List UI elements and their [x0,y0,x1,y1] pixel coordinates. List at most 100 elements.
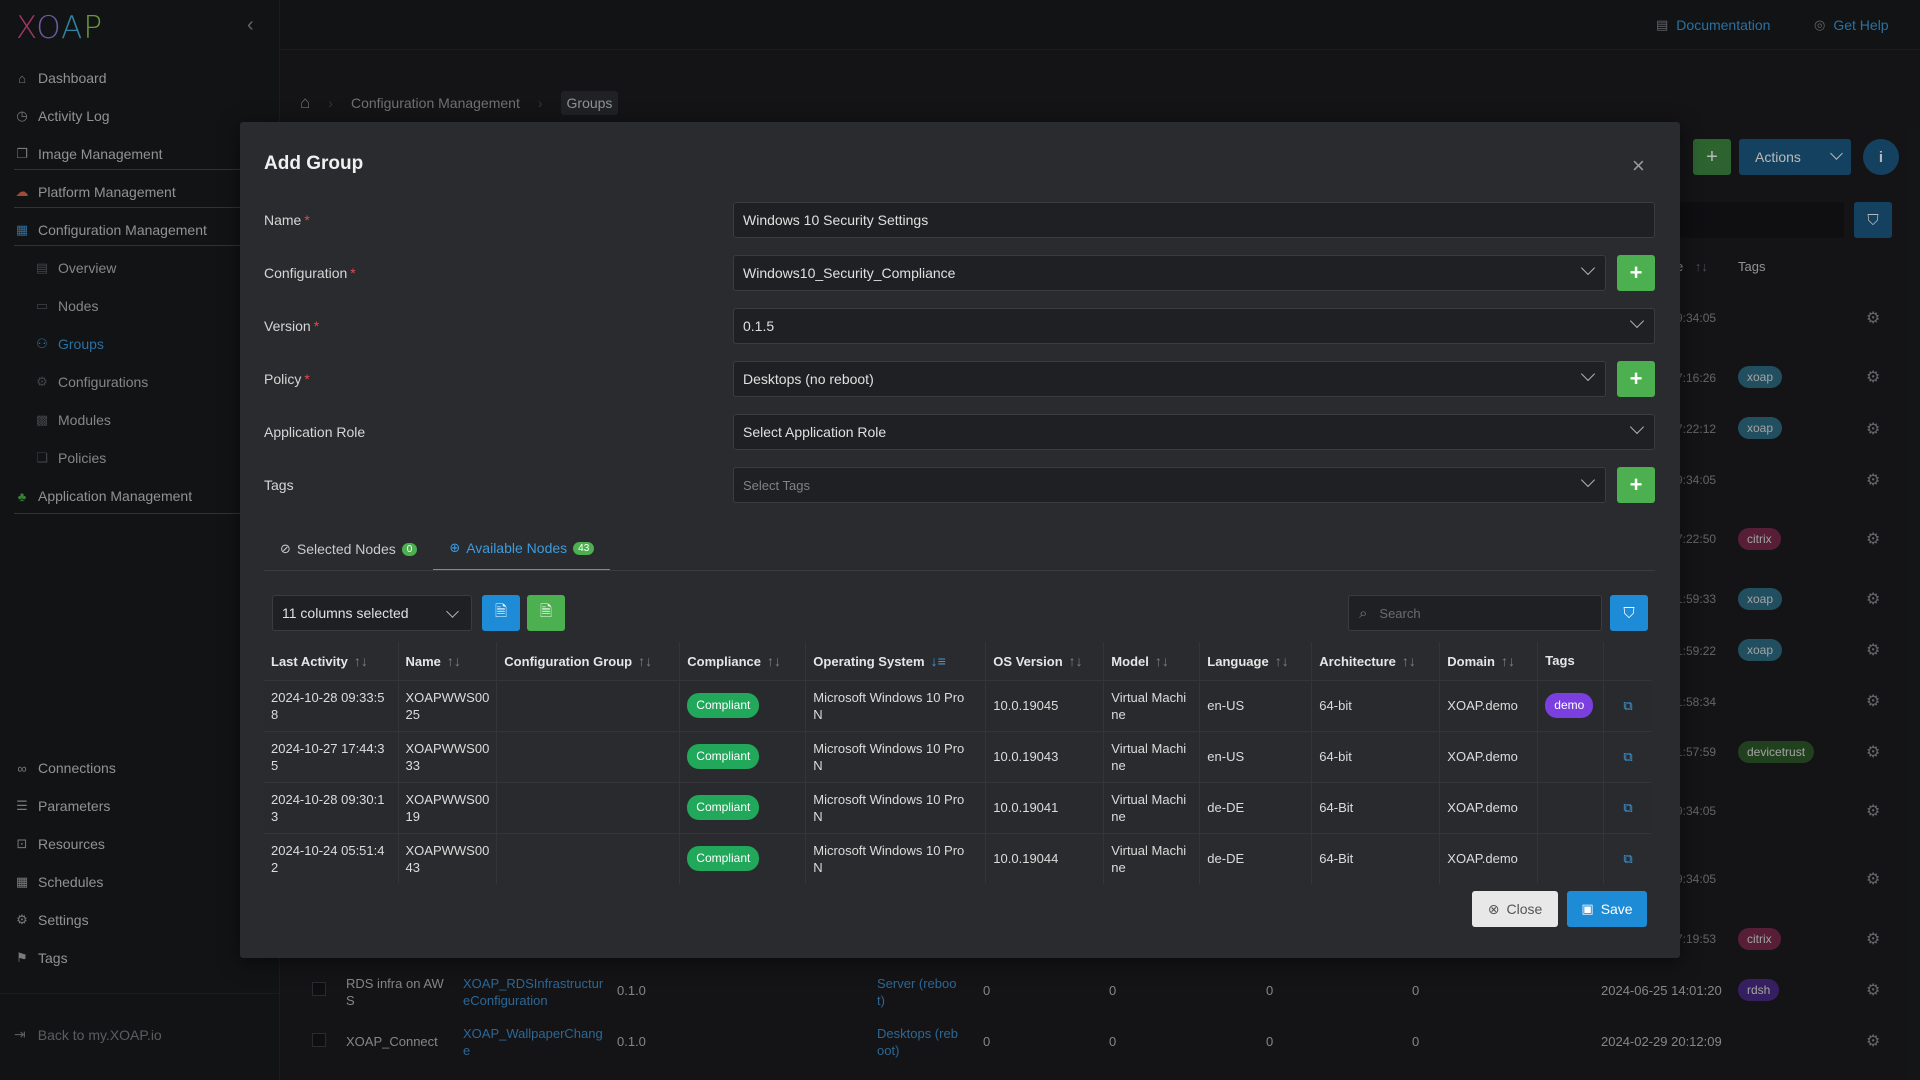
configuration-select[interactable]: Windows10_Security_Compliance [733,255,1606,291]
version-label: Version * [264,318,319,334]
cell-last-activity: 2024-10-24 05:51:4 2 [264,832,399,884]
add-configuration-button[interactable]: + [1617,255,1655,291]
cell-name: XOAPWWS00 19 [398,781,498,833]
cell-last-activity: 2024-10-28 09:30:1 3 [264,781,399,833]
cell-operating-system: Microsoft Windows 10 Pro N [805,832,987,884]
sort-icon[interactable]: ↑↓ [767,653,781,669]
application-role-label: Application Role [264,424,365,440]
column-header-os-version[interactable]: OS Version ↑↓ [985,642,1105,680]
label-text: Tags [264,477,294,493]
version-select-value: 0.1.5 [743,318,775,334]
application-role-select-value: Select Application Role [743,424,887,440]
cell-actions: ⧉ [1603,832,1652,884]
cell-tags [1537,730,1605,782]
save-button[interactable]: ▣ Save [1567,891,1647,927]
sort-icon[interactable]: ↑↓ [354,653,368,669]
tab-available-nodes[interactable]: ⊕ Available Nodes 43 [433,527,611,571]
column-header-tags[interactable]: Tags [1537,642,1605,680]
cell-os-version: 10.0.19043 [985,730,1105,782]
plus-circle-icon: ⊕ [449,540,461,555]
cell-model: Virtual Machi ne [1103,781,1201,833]
chevron-down-icon [1580,260,1596,276]
column-header-configuration-group[interactable]: Configuration Group ↑↓ [496,642,681,680]
sort-descending-icon[interactable]: ↓≡ [931,653,946,669]
table-row[interactable]: 2024-10-28 09:30:1 3 XOAPWWS00 19 Compli… [264,781,1652,833]
name-field[interactable]: Windows 10 Security Settings [733,202,1655,238]
cell-language: en-US [1199,730,1313,782]
filter-button[interactable]: ⛉ [1610,595,1648,631]
cell-os-version: 10.0.19045 [985,679,1105,731]
policy-select[interactable]: Desktops (no reboot) [733,361,1606,397]
column-header-name[interactable]: Name ↑↓ [398,642,498,680]
cell-tags [1537,781,1605,833]
columns-select[interactable]: 11 columns selected [272,595,472,631]
table-header-row: Last Activity ↑↓ Name ↑↓ Configuration Gro… [264,642,1652,680]
copy-icon[interactable]: ⧉ [1623,800,1632,815]
export-csv-button[interactable]: 🗎 [482,595,520,631]
label-text: Name [264,212,302,228]
table-row[interactable]: 2024-10-28 09:33:5 8 XOAPWWS00 25 Compli… [264,679,1652,731]
column-header-language[interactable]: Language ↑↓ [1199,642,1313,680]
header-label: Architecture [1319,653,1396,669]
add-tag-button[interactable]: + [1617,467,1655,503]
cell-architecture: 64-Bit [1311,781,1441,833]
chevron-down-icon [1580,472,1596,488]
column-header-operating-system[interactable]: Operating System ↓≡ [805,642,987,680]
tab-selected-nodes[interactable]: ⊘ Selected Nodes 0 [264,527,433,571]
search-icon: ⌕ [1359,604,1368,622]
cell-domain: XOAP.demo [1439,730,1539,782]
close-button[interactable]: ⊗ Close [1472,891,1558,927]
column-header-last-activity[interactable]: Last Activity ↑↓ [264,642,399,680]
required-marker: * [304,212,310,228]
cell-architecture: 64-Bit [1311,832,1441,884]
save-icon: ▣ [1581,901,1594,916]
cell-compliance: Compliant [679,679,807,731]
cell-model: Virtual Machi ne [1103,730,1201,782]
required-marker: * [313,318,320,334]
column-header-domain[interactable]: Domain ↑↓ [1439,642,1539,680]
label-text: Policy [264,371,302,387]
sort-icon[interactable]: ↑↓ [1155,653,1169,669]
cell-last-activity: 2024-10-28 09:33:5 8 [264,679,399,731]
save-button-label: Save [1600,901,1633,917]
column-header-compliance[interactable]: Compliance ↑↓ [679,642,807,680]
copy-icon[interactable]: ⧉ [1623,698,1632,713]
table-row[interactable]: 2024-10-27 17:44:3 5 XOAPWWS00 33 Compli… [264,730,1652,782]
header-label: Domain [1447,653,1495,669]
tag-badge: demo [1545,693,1594,718]
copy-icon[interactable]: ⧉ [1623,749,1632,764]
cell-operating-system: Microsoft Windows 10 Pro N [805,679,987,731]
column-header-model[interactable]: Model ↑↓ [1103,642,1201,680]
cell-compliance: Compliant [679,832,807,884]
copy-icon[interactable]: ⧉ [1623,851,1632,866]
count-badge: 0 [401,542,418,556]
cell-tags: demo [1537,679,1605,731]
cell-architecture: 64-bit [1311,730,1441,782]
sort-icon[interactable]: ↑↓ [1069,653,1083,669]
sort-icon[interactable]: ↑↓ [1402,653,1416,669]
add-policy-button[interactable]: + [1617,361,1655,397]
sort-icon[interactable]: ↑↓ [1501,653,1515,669]
sort-icon[interactable]: ↑↓ [1275,653,1289,669]
compliant-badge: Compliant [687,693,760,718]
header-label: Compliance [687,653,761,669]
close-button-label: Close [1506,901,1543,917]
sort-icon[interactable]: ↑↓ [638,653,652,669]
close-icon[interactable]: × [1632,153,1645,179]
cell-configuration-group [496,832,681,884]
cell-configuration-group [496,730,681,782]
version-select[interactable]: 0.1.5 [733,308,1655,344]
chevron-down-icon [446,605,459,618]
tags-select[interactable]: Select Tags [733,467,1606,503]
count-badge: 43 [573,541,595,555]
search-input[interactable]: ⌕ Search [1348,595,1602,631]
configuration-label: Configuration * [264,265,356,281]
table-row[interactable]: 2024-10-24 05:51:4 2 XOAPWWS00 43 Compli… [264,832,1652,884]
cell-domain: XOAP.demo [1439,781,1539,833]
column-header-architecture[interactable]: Architecture ↑↓ [1311,642,1441,680]
name-field-value: Windows 10 Security Settings [743,212,929,228]
export-excel-button[interactable]: 🗎 [527,595,565,631]
application-role-select[interactable]: Select Application Role [733,414,1655,450]
sort-icon[interactable]: ↑↓ [447,653,461,669]
close-circle-icon: ⊗ [1487,900,1500,917]
